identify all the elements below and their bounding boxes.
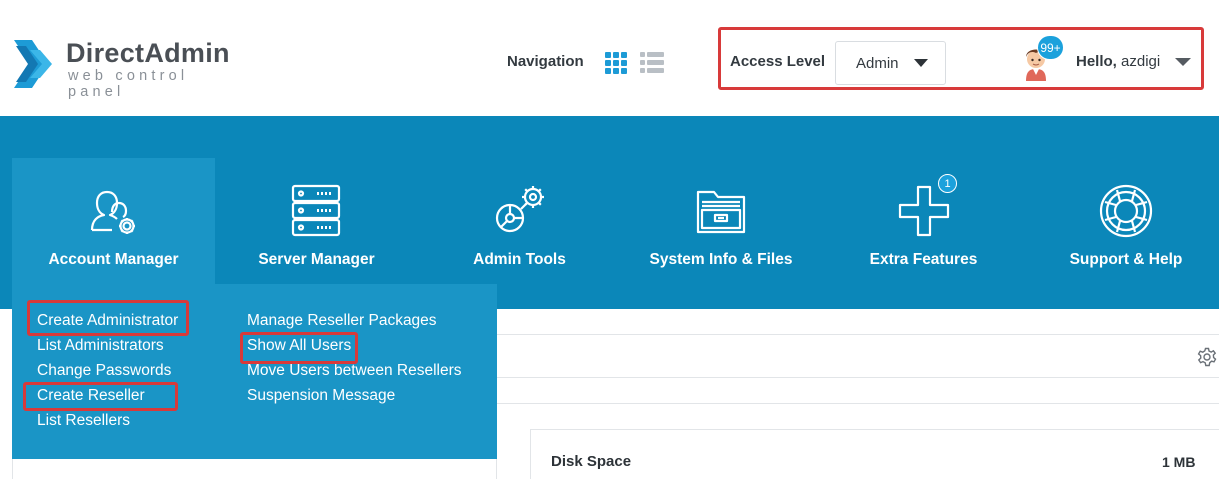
user-menu-caret-icon[interactable] — [1175, 58, 1191, 66]
highlight-create-reseller — [23, 382, 178, 411]
nav-label-extra-features: Extra Features — [869, 251, 978, 268]
server-icon — [291, 184, 341, 237]
left-panel — [12, 459, 497, 479]
settings-gear-icon[interactable] — [1197, 347, 1217, 367]
menu-move-users-between-resellers[interactable]: Move Users between Resellers — [247, 362, 462, 380]
admin-tools-icon — [495, 186, 544, 233]
notifications-badge[interactable]: 99+ — [1037, 35, 1064, 60]
content-divider-2 — [497, 403, 1219, 404]
grid-view-icon[interactable] — [605, 52, 627, 74]
username: azdigi — [1121, 53, 1161, 70]
nav-support-help[interactable]: Support & Help — [1026, 158, 1219, 284]
lifebuoy-icon — [1099, 184, 1153, 238]
nav-admin-tools[interactable]: Admin Tools — [418, 158, 621, 284]
folder-icon — [696, 190, 746, 234]
logo-title: DirectAdmin — [66, 38, 230, 68]
disk-space-label: Disk Space — [551, 453, 632, 470]
menu-suspension-message[interactable]: Suspension Message — [247, 387, 395, 405]
highlight-create-administrator — [27, 300, 189, 336]
logo-chevron-icon — [14, 40, 52, 88]
navigation-label: Navigation — [507, 53, 584, 70]
stats-card — [530, 429, 1219, 479]
top-header: DirectAdmin web control panel Navigation… — [0, 0, 1219, 116]
nav-label-support-help: Support & Help — [1069, 251, 1183, 268]
content-toolbar — [497, 334, 1219, 378]
list-view-icon[interactable] — [640, 52, 664, 74]
access-level-label: Access Level — [730, 53, 826, 70]
caret-down-icon — [914, 59, 928, 67]
menu-list-resellers[interactable]: List Resellers — [37, 412, 130, 430]
nav-label-admin-tools: Admin Tools — [473, 251, 566, 268]
nav-label-system-info-files: System Info & Files — [649, 251, 793, 268]
logo-subtitle: web control panel — [68, 68, 189, 100]
directadmin-logo[interactable]: DirectAdmin web control panel — [10, 36, 250, 100]
users-gear-icon — [90, 190, 135, 234]
hello-prefix: Hello, — [1076, 53, 1117, 70]
extra-features-badge: 1 — [938, 174, 957, 193]
highlight-show-all-users — [240, 332, 358, 364]
disk-space-value: 1 MB — [1162, 454, 1196, 470]
menu-list-administrators[interactable]: List Administrators — [37, 337, 164, 355]
nav-extra-features[interactable]: 1 Extra Features — [821, 158, 1026, 284]
nav-label-account-manager: Account Manager — [48, 251, 179, 268]
user-menu[interactable]: Hello, azdigi — [1076, 53, 1160, 70]
nav-label-server-manager: Server Manager — [258, 251, 375, 268]
menu-change-passwords[interactable]: Change Passwords — [37, 362, 171, 380]
nav-system-info-files[interactable]: System Info & Files — [621, 158, 821, 284]
menu-manage-reseller-packages[interactable]: Manage Reseller Packages — [247, 312, 437, 330]
nav-server-manager[interactable]: Server Manager — [215, 158, 418, 284]
access-level-value: Admin — [856, 55, 899, 72]
nav-account-manager[interactable]: Account Manager — [12, 158, 215, 284]
access-level-select[interactable]: Admin — [835, 41, 946, 85]
